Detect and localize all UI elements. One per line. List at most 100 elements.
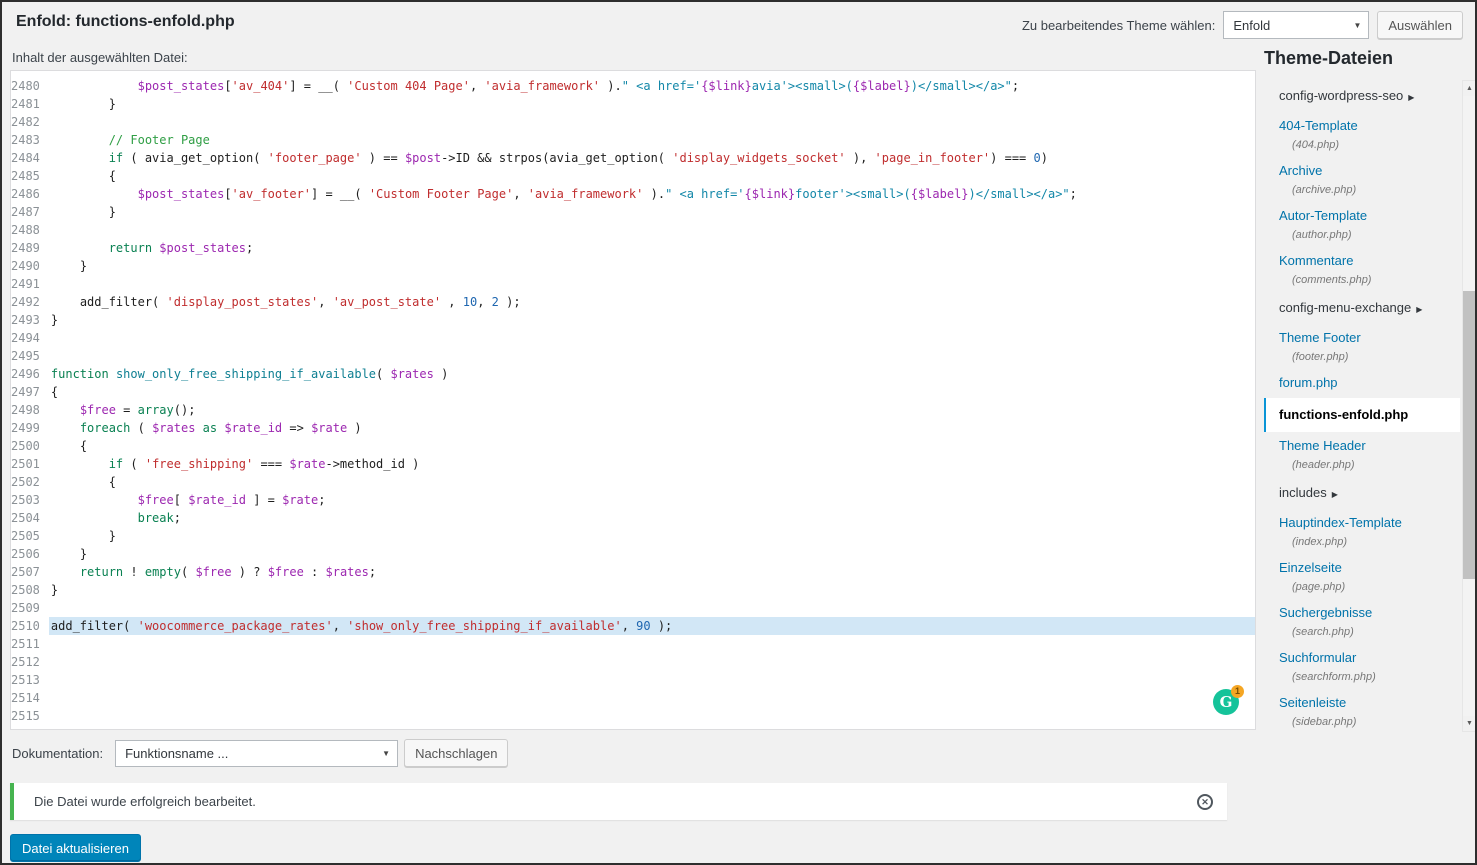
sidebar-item-config-wordpress-seo[interactable]: config-wordpress-seo ▶ <box>1264 80 1460 112</box>
sidebar-item-config-menu-exchange[interactable]: config-menu-exchange ▶ <box>1264 292 1460 324</box>
code-lines: 2480 $post_states['av_404'] = __( 'Custo… <box>11 71 1255 725</box>
theme-file-label[interactable]: config-menu-exchange <box>1279 300 1411 315</box>
code-line: 2498 $free = array(); <box>11 403 196 417</box>
sidebar-item-seitenleiste[interactable]: Seitenleiste (sidebar.php) <box>1264 689 1460 734</box>
code-line: 2496 function show_only_free_shipping_if_… <box>11 367 449 381</box>
theme-file-label[interactable]: Einzelseite <box>1279 560 1342 575</box>
line-number: 2502 <box>11 475 40 489</box>
line-number: 2481 <box>11 97 40 111</box>
theme-file-label[interactable]: Kommentare <box>1279 253 1353 268</box>
sidebar-item-suchergebnisse[interactable]: Suchergebnisse (search.php) <box>1264 599 1460 644</box>
sidebar-item-einzelseite[interactable]: Einzelseite (page.php) <box>1264 554 1460 599</box>
documentation-select-value: Funktionsname ... <box>125 745 229 761</box>
line-number: 2500 <box>11 439 40 453</box>
code-line: 2504 break; <box>11 511 181 525</box>
update-file-button[interactable]: Datei aktualisieren <box>10 834 141 862</box>
sidebar-item-forum-php[interactable]: forum.php <box>1264 369 1460 398</box>
dismiss-notice-icon[interactable]: ✕ <box>1197 793 1213 810</box>
sidebar-item-kommentare[interactable]: Kommentare (comments.php) <box>1264 247 1460 292</box>
code-line: 2500 { <box>11 439 88 453</box>
code-line: 2510 add_filter( 'woocommerce_package_rat… <box>11 617 1255 635</box>
theme-file-filename: (footer.php) <box>1292 351 1349 363</box>
sidebar-item-theme-footer[interactable]: Theme Footer (footer.php) <box>1264 324 1460 369</box>
code-line: 2514 <box>11 689 1255 707</box>
theme-select[interactable]: Enfold ▼ <box>1223 11 1370 39</box>
sidebar-scrollbar[interactable]: ▲ ▼ <box>1462 80 1475 732</box>
lookup-button[interactable]: Nachschlagen <box>404 739 509 767</box>
grammarly-icon[interactable]: G 1 <box>1213 685 1244 715</box>
line-number: 2514 <box>11 691 40 705</box>
line-number: 2512 <box>11 655 40 669</box>
theme-file-filename: (header.php) <box>1292 459 1355 471</box>
sidebar-item-suchformular[interactable]: Suchformular (searchform.php) <box>1264 644 1460 689</box>
select-theme-button[interactable]: Auswählen <box>1377 11 1463 39</box>
folder-arrow-icon: ▶ <box>1416 305 1423 314</box>
theme-file-filename: (searchform.php) <box>1292 671 1376 683</box>
line-number: 2494 <box>11 331 40 345</box>
line-number: 2486 <box>11 187 40 201</box>
sidebar-item-includes[interactable]: includes ▶ <box>1264 477 1460 509</box>
code-line: 2505 } <box>11 529 116 543</box>
theme-file-label[interactable]: Archive <box>1279 163 1322 178</box>
theme-file-label[interactable]: 404-Template <box>1279 118 1358 133</box>
code-line: 2513 <box>11 671 1255 689</box>
theme-file-filename: (comments.php) <box>1292 274 1372 286</box>
line-number: 2507 <box>11 565 40 579</box>
theme-file-label[interactable]: Suchformular <box>1279 650 1356 665</box>
code-line: 2485 { <box>11 169 116 183</box>
theme-file-label[interactable]: Seitenleiste <box>1279 695 1346 710</box>
sidebar-item-single-portfolio-php[interactable]: single-portfolio.php <box>1264 734 1460 736</box>
theme-file-filename: (404.php) <box>1292 139 1340 151</box>
code-line: 2489 return $post_states; <box>11 241 254 255</box>
theme-file-label[interactable]: Suchergebnisse <box>1279 605 1372 620</box>
sidebar-item-theme-header[interactable]: Theme Header (header.php) <box>1264 432 1460 477</box>
sidebar-item-functions-enfold-php[interactable]: functions-enfold.php <box>1264 398 1460 432</box>
scroll-up-icon[interactable]: ▲ <box>1463 81 1475 96</box>
theme-file-label[interactable]: Theme Header <box>1279 438 1366 453</box>
line-number: 2493 <box>11 313 40 327</box>
theme-file-filename: (page.php) <box>1292 581 1346 593</box>
theme-file-label[interactable]: config-wordpress-seo <box>1279 88 1403 103</box>
line-number: 2501 <box>11 457 40 471</box>
code-line: 2492 add_filter( 'display_post_states', … <box>11 295 521 309</box>
code-line: 2487 } <box>11 205 116 219</box>
line-number: 2506 <box>11 547 40 561</box>
sidebar-item-hauptindex-template[interactable]: Hauptindex-Template (index.php) <box>1264 509 1460 554</box>
scroll-down-icon[interactable]: ▼ <box>1463 716 1475 731</box>
theme-file-label[interactable]: Hauptindex-Template <box>1279 515 1402 530</box>
theme-file-label[interactable]: functions-enfold.php <box>1279 407 1408 422</box>
sidebar-item-autor-template[interactable]: Autor-Template (author.php) <box>1264 202 1460 247</box>
code-line: 2515 <box>11 707 1255 725</box>
theme-file-filename: (archive.php) <box>1292 184 1357 196</box>
theme-file-filename: (index.php) <box>1292 536 1348 548</box>
code-line: 2512 <box>11 653 1255 671</box>
theme-select-value: Enfold <box>1233 17 1271 33</box>
code-line: 2488 <box>11 221 1255 239</box>
theme-file-filename: (search.php) <box>1292 626 1354 638</box>
documentation-select[interactable]: Funktionsname ... ▼ <box>115 739 399 767</box>
line-number: 2510 <box>11 619 40 633</box>
sidebar-item-archive[interactable]: Archive (archive.php) <box>1264 157 1460 202</box>
line-number: 2504 <box>11 511 40 525</box>
theme-file-label[interactable]: Theme Footer <box>1279 330 1361 345</box>
theme-file-label[interactable]: includes <box>1279 485 1327 500</box>
theme-files-list: config-wordpress-seo ▶ 404-Template (404.ph… <box>1264 80 1460 736</box>
line-number: 2509 <box>11 601 40 615</box>
code-line: 2503 $free[ $rate_id ] = $rate; <box>11 493 326 507</box>
code-line: 2493} <box>11 313 59 327</box>
theme-file-label[interactable]: forum.php <box>1279 375 1338 390</box>
chevron-down-icon: ▼ <box>1353 20 1362 30</box>
scrollbar-thumb[interactable] <box>1463 291 1475 579</box>
code-line: 2508} <box>11 583 59 597</box>
line-number: 2515 <box>11 709 40 723</box>
code-line: 2502 { <box>11 475 116 489</box>
grammarly-badge: 1 <box>1231 685 1244 698</box>
line-number: 2492 <box>11 295 40 309</box>
page-title: Enfold: functions-enfold.php <box>16 13 235 30</box>
code-editor[interactable]: 2480 $post_states['av_404'] = __( 'Custo… <box>10 70 1256 730</box>
code-line: 2509 <box>11 599 1255 617</box>
wordpress-theme-editor-window: Enfold: functions-enfold.php Zu bearbeit… <box>0 0 1477 865</box>
code-line: 2499 foreach ( $rates as $rate_id => $ra… <box>11 421 362 435</box>
sidebar-item-404-template[interactable]: 404-Template (404.php) <box>1264 112 1460 157</box>
theme-file-label[interactable]: Autor-Template <box>1279 208 1367 223</box>
